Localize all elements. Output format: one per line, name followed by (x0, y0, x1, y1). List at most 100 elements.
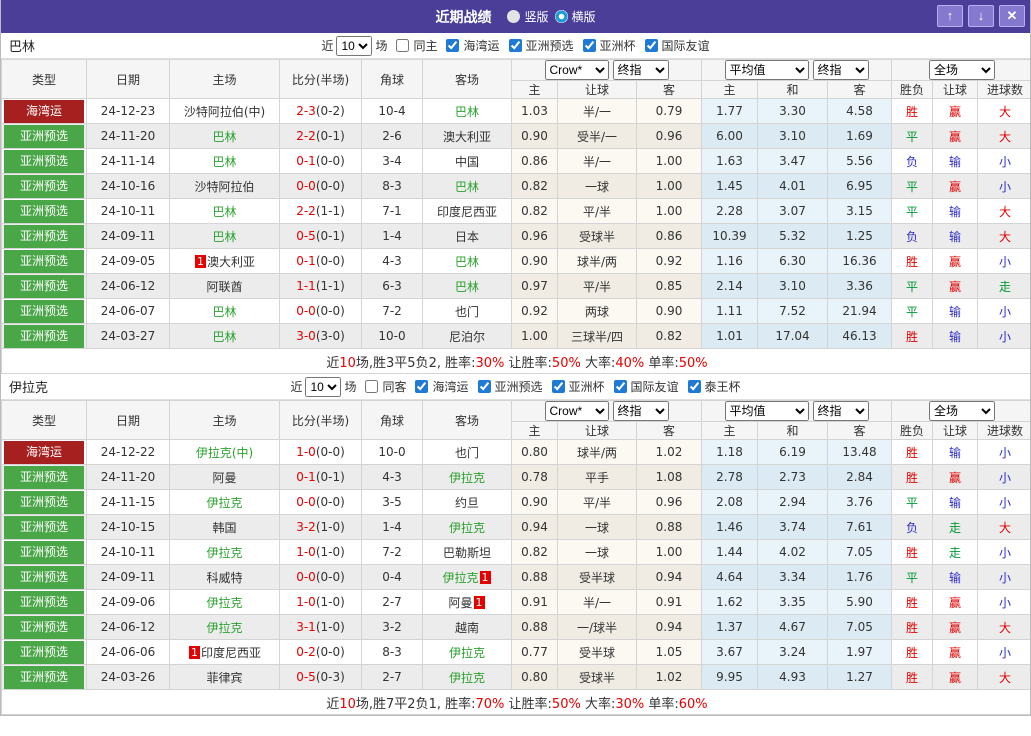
league-filter-checkbox-1[interactable] (509, 39, 522, 52)
close-button[interactable]: ✕ (999, 5, 1025, 27)
crow-odds-0: 0.90 (512, 490, 558, 515)
page-title: 近期战绩 (435, 7, 491, 27)
league-filter-checkbox-2[interactable] (552, 380, 565, 393)
final-score: 2-2 (296, 204, 316, 218)
avg-odds-2: 1.76 (828, 565, 892, 590)
layout-radio-1[interactable]: 横版 (555, 8, 596, 25)
odds-source-select[interactable]: Crow* (545, 60, 609, 80)
league-filter-checkbox-0[interactable] (446, 39, 459, 52)
result-label: 输 (949, 571, 961, 585)
recent-count-select[interactable]: 10 (305, 377, 341, 397)
odds-source-select[interactable]: 终指 (613, 60, 669, 80)
match-row: 海湾运24-12-23沙特阿拉伯(中)2-3(0-2)10-4巴林1.03半/一… (2, 99, 1031, 124)
col-header-0: 类型 (2, 60, 87, 99)
corner-cell: 8-3 (362, 174, 423, 199)
match-row: 亚洲预选24-10-15韩国3-2(1-0)1-4伊拉克0.94一球0.881.… (2, 515, 1031, 540)
league-filter-checkbox-2[interactable] (583, 39, 596, 52)
crow-odds-2: 1.00 (637, 540, 702, 565)
odds-source-select[interactable]: Crow* (545, 401, 609, 421)
odds-source-select[interactable]: 终指 (613, 401, 669, 421)
same-venue-checkbox[interactable] (365, 380, 378, 393)
match-row: 亚洲预选24-09-11科威特0-0(0-0)0-4伊拉克10.88受半球0.9… (2, 565, 1031, 590)
radio-label: 横版 (572, 8, 596, 25)
away-team-cell: 巴林 (423, 249, 512, 274)
date-cell: 24-03-26 (87, 665, 170, 690)
result-cell-1: 赢 (933, 615, 978, 640)
result-cell-0: 胜 (892, 324, 933, 349)
layout-radio-0[interactable]: 竖版 (507, 8, 548, 25)
league-filter-label-3: 国际友谊 (631, 378, 679, 395)
final-score: 0-1 (296, 254, 316, 268)
league-filter-checkbox-4[interactable] (688, 380, 701, 393)
result-cell-1: 赢 (933, 99, 978, 124)
move-up-button[interactable]: ↑ (937, 5, 963, 27)
subcol-header-1-0: 主 (702, 81, 758, 99)
result-label: 赢 (949, 596, 961, 610)
crow-odds-0: 0.82 (512, 174, 558, 199)
crow-odds-2: 0.96 (637, 124, 702, 149)
move-down-button[interactable]: ↓ (968, 5, 994, 27)
odds-group-1: 平均值终指 (702, 60, 892, 81)
result-cell-2: 大 (978, 615, 1031, 640)
avg-odds-2: 1.69 (828, 124, 892, 149)
league-badge: 亚洲预选 (4, 175, 84, 198)
result-label: 胜 (906, 255, 918, 269)
result-label: 小 (999, 471, 1011, 485)
score-cell: 0-2(0-0) (280, 640, 362, 665)
result-cell-1: 赢 (933, 665, 978, 690)
section-header-0: 巴林近10场同主海湾运亚洲预选亚洲杯国际友谊 (1, 33, 1030, 59)
avg-odds-2: 1.97 (828, 640, 892, 665)
same-venue-checkbox[interactable] (396, 39, 409, 52)
half-score: (0-0) (316, 645, 345, 659)
avg-odds-1: 7.52 (758, 299, 828, 324)
league-type-cell: 亚洲预选 (2, 299, 87, 324)
subcol-header-1-0: 主 (702, 422, 758, 440)
red-card-icon: 1 (195, 255, 206, 268)
recent-count-select[interactable]: 10 (336, 36, 372, 56)
score-cell: 2-2(0-1) (280, 124, 362, 149)
league-filter-checkbox-3[interactable] (645, 39, 658, 52)
summary-text: 大率: (581, 356, 616, 371)
away-team-cell: 中国 (423, 149, 512, 174)
half-score: (0-0) (316, 304, 345, 318)
league-filter-checkbox-1[interactable] (478, 380, 491, 393)
crow-odds-2: 0.92 (637, 249, 702, 274)
result-cell-2: 小 (978, 540, 1031, 565)
avg-odds-2: 3.76 (828, 490, 892, 515)
crow-odds-2: 0.79 (637, 99, 702, 124)
odds-source-select[interactable]: 平均值 (725, 401, 809, 421)
col-header-1: 日期 (87, 60, 170, 99)
team-label: 巴林 (212, 330, 236, 344)
avg-odds-2: 7.05 (828, 540, 892, 565)
summary-text: 50% (552, 697, 581, 712)
final-score: 0-0 (296, 304, 316, 318)
team-label: 巴林 (455, 105, 479, 119)
league-badge: 亚洲预选 (4, 616, 84, 639)
col-header-4: 角球 (362, 401, 423, 440)
odds-source-select[interactable]: 终指 (813, 401, 869, 421)
result-cell-0: 胜 (892, 440, 933, 465)
result-cell-1: 走 (933, 515, 978, 540)
home-team-cell: 巴林 (170, 199, 280, 224)
result-label: 胜 (906, 471, 918, 485)
team-label: 也门 (455, 446, 479, 460)
title-group: 近期战绩 竖版 横版 (435, 7, 595, 27)
odds-source-select[interactable]: 全场 (929, 401, 995, 421)
odds-source-select[interactable]: 全场 (929, 60, 995, 80)
avg-odds-2: 16.36 (828, 249, 892, 274)
odds-source-select[interactable]: 终指 (813, 60, 869, 80)
avg-odds-1: 3.34 (758, 565, 828, 590)
crow-odds-2: 0.90 (637, 299, 702, 324)
half-score: (0-0) (316, 254, 345, 268)
result-label: 小 (999, 546, 1011, 560)
recent-results-window: 近期战绩 竖版 横版 ↑ ↓ ✕ 巴林近10场同主海湾运亚洲预选亚洲杯国际友谊类型… (0, 0, 1031, 716)
league-filter-checkbox-3[interactable] (614, 380, 627, 393)
score-cell: 0-1(0-0) (280, 149, 362, 174)
half-score: (0-0) (316, 570, 345, 584)
avg-odds-1: 6.30 (758, 249, 828, 274)
subcol-header-2-0: 胜负 (892, 81, 933, 99)
crow-odds-2: 0.85 (637, 274, 702, 299)
crow-odds-2: 0.94 (637, 565, 702, 590)
odds-source-select[interactable]: 平均值 (725, 60, 809, 80)
league-filter-checkbox-0[interactable] (415, 380, 428, 393)
